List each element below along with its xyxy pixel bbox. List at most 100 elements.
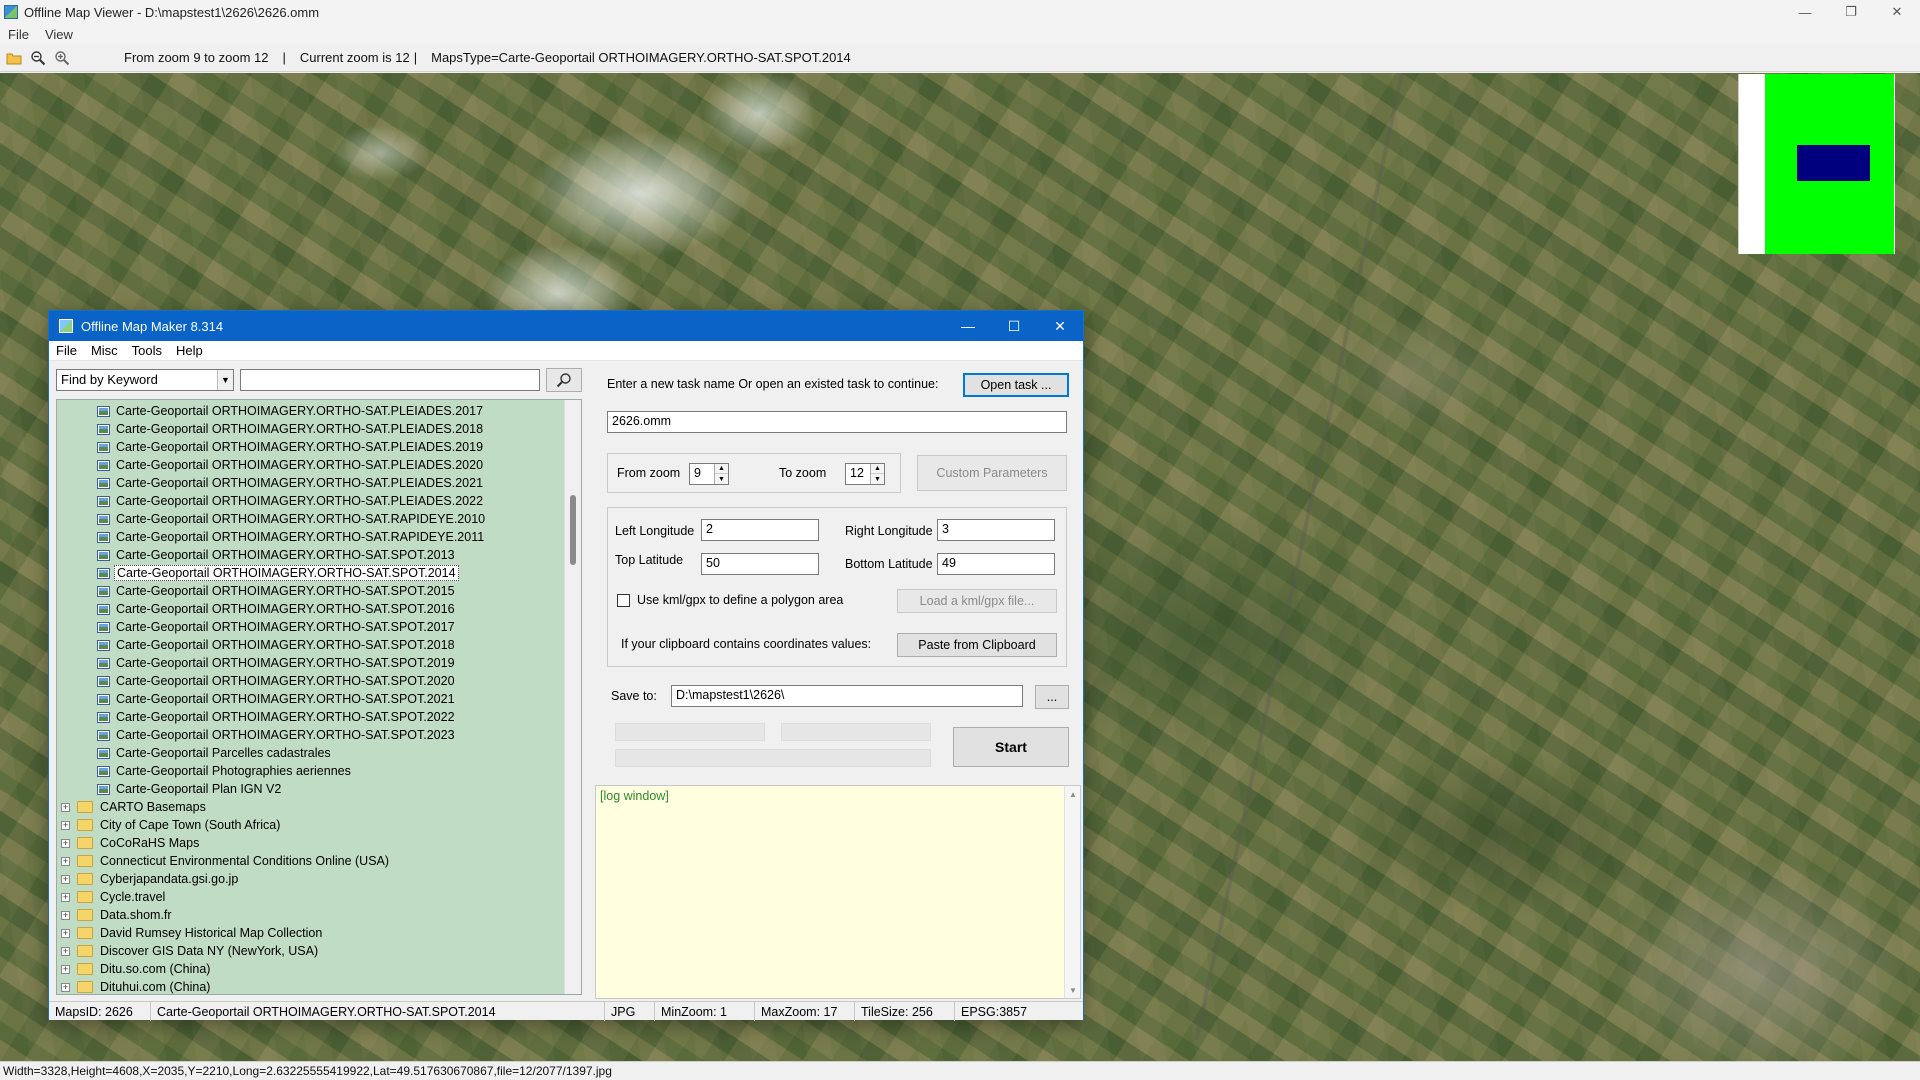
browse-button[interactable]: ... bbox=[1035, 685, 1069, 709]
search-button[interactable] bbox=[546, 368, 582, 392]
search-input[interactable] bbox=[240, 369, 540, 391]
tree-folder-item[interactable]: + CARTO Basemaps bbox=[57, 798, 208, 816]
dialog-close-icon[interactable]: ✕ bbox=[1037, 311, 1083, 341]
map-layer-icon bbox=[97, 477, 110, 489]
log-scrollbar[interactable]: ▲ ▼ bbox=[1064, 786, 1080, 998]
tree-leaf-item[interactable]: Carte-Geoportail ORTHOIMAGERY.ORTHO-SAT.… bbox=[97, 438, 485, 456]
minimize-icon[interactable]: — bbox=[1782, 0, 1828, 24]
zoom-out-icon[interactable] bbox=[28, 48, 48, 68]
tree-leaf-item[interactable]: Carte-Geoportail ORTHOIMAGERY.ORTHO-SAT.… bbox=[97, 708, 457, 726]
load-kml-button[interactable]: Load a kml/gpx file... bbox=[897, 589, 1057, 613]
to-zoom-stepper[interactable]: 12 ▲ ▼ bbox=[845, 463, 885, 485]
tree-folder-item[interactable]: + Ditu.so.com (China) bbox=[57, 960, 212, 978]
spin-down-icon[interactable]: ▼ bbox=[715, 474, 728, 484]
log-window[interactable]: [log window] ▲ ▼ bbox=[595, 785, 1081, 999]
tree-folder-item[interactable]: + Discover GIS Data NY (NewYork, USA) bbox=[57, 942, 320, 960]
overview-minimap[interactable] bbox=[1738, 74, 1895, 254]
spin-up-icon[interactable]: ▲ bbox=[715, 464, 728, 474]
expand-icon[interactable]: + bbox=[61, 910, 70, 920]
task-name-field[interactable]: 2626.omm bbox=[607, 411, 1067, 433]
menu-view[interactable]: View bbox=[37, 27, 81, 42]
custom-parameters-button[interactable]: Custom Parameters bbox=[917, 455, 1067, 491]
expand-icon[interactable]: + bbox=[61, 820, 70, 830]
tree-leaf-item[interactable]: Carte-Geoportail ORTHOIMAGERY.ORTHO-SAT.… bbox=[97, 492, 485, 510]
tree-leaf-item[interactable]: Carte-Geoportail ORTHOIMAGERY.ORTHO-SAT.… bbox=[97, 564, 459, 582]
tree-leaf-item[interactable]: Carte-Geoportail ORTHOIMAGERY.ORTHO-SAT.… bbox=[97, 474, 485, 492]
dialog-menu-misc[interactable]: Misc bbox=[84, 343, 125, 358]
expand-icon[interactable]: + bbox=[61, 964, 70, 974]
from-zoom-spin[interactable]: ▲ ▼ bbox=[714, 464, 728, 484]
tree-scrollbar[interactable] bbox=[564, 400, 581, 994]
menu-file[interactable]: File bbox=[0, 27, 37, 42]
expand-icon[interactable]: + bbox=[61, 982, 70, 992]
expand-icon[interactable]: + bbox=[61, 874, 70, 884]
tree-folder-item[interactable]: + City of Cape Town (South Africa) bbox=[57, 816, 282, 834]
dialog-title-bar[interactable]: Offline Map Maker 8.314 — ☐ ✕ bbox=[49, 311, 1083, 341]
paste-clipboard-button[interactable]: Paste from Clipboard bbox=[897, 633, 1057, 657]
open-task-button[interactable]: Open task ... bbox=[963, 373, 1069, 397]
tree-leaf-item[interactable]: Carte-Geoportail ORTHOIMAGERY.ORTHO-SAT.… bbox=[97, 672, 457, 690]
left-longitude-field[interactable]: 2 bbox=[701, 519, 819, 541]
tree-leaf-item[interactable]: Carte-Geoportail ORTHOIMAGERY.ORTHO-SAT.… bbox=[97, 456, 485, 474]
tree-folder-item[interactable]: + CoCoRaHS Maps bbox=[57, 834, 201, 852]
tree-leaf-item[interactable]: Carte-Geoportail Photographies aeriennes bbox=[97, 762, 353, 780]
expand-icon[interactable]: + bbox=[61, 856, 70, 866]
tree-item-label: Carte-Geoportail ORTHOIMAGERY.ORTHO-SAT.… bbox=[116, 584, 455, 598]
zoom-in-icon[interactable] bbox=[52, 48, 72, 68]
tree-leaf-item[interactable]: Carte-Geoportail ORTHOIMAGERY.ORTHO-SAT.… bbox=[97, 510, 487, 528]
tree-folder-item[interactable]: + Data.shom.fr bbox=[57, 906, 174, 924]
tree-folder-item[interactable]: + David Rumsey Historical Map Collection bbox=[57, 924, 324, 942]
tree-folder-item[interactable]: + Cycle.travel bbox=[57, 888, 167, 906]
expand-icon[interactable]: + bbox=[61, 892, 70, 902]
dialog-menu-tools[interactable]: Tools bbox=[125, 343, 169, 358]
tree-folder-item[interactable]: + Dituhui.com (China) bbox=[57, 978, 212, 994]
from-zoom-stepper[interactable]: 9 ▲ ▼ bbox=[689, 463, 729, 485]
tree-leaf-item[interactable]: Carte-Geoportail ORTHOIMAGERY.ORTHO-SAT.… bbox=[97, 546, 457, 564]
tree-leaf-item[interactable]: Carte-Geoportail ORTHOIMAGERY.ORTHO-SAT.… bbox=[97, 726, 457, 744]
overview-viewport-rect[interactable] bbox=[1797, 145, 1870, 181]
to-zoom-spin[interactable]: ▲ ▼ bbox=[870, 464, 884, 484]
tree-leaf-item[interactable]: Carte-Geoportail ORTHOIMAGERY.ORTHO-SAT.… bbox=[97, 618, 457, 636]
scroll-down-icon[interactable]: ▼ bbox=[1065, 982, 1081, 998]
maps-type-info: MapsType=Carte-Geoportail ORTHOIMAGERY.O… bbox=[431, 50, 851, 65]
tree-leaf-item[interactable]: Carte-Geoportail ORTHOIMAGERY.ORTHO-SAT.… bbox=[97, 420, 485, 438]
expand-icon[interactable]: + bbox=[61, 946, 70, 956]
expand-icon[interactable]: + bbox=[61, 928, 70, 938]
tree-leaf-item[interactable]: Carte-Geoportail ORTHOIMAGERY.ORTHO-SAT.… bbox=[97, 654, 457, 672]
expand-icon[interactable]: + bbox=[61, 838, 70, 848]
search-mode-select[interactable]: Find by Keyword ▼ bbox=[56, 369, 234, 391]
spin-down-icon[interactable]: ▼ bbox=[871, 474, 884, 484]
tree-leaf-item[interactable]: Carte-Geoportail ORTHOIMAGERY.ORTHO-SAT.… bbox=[97, 690, 457, 708]
bottom-latitude-field[interactable]: 49 bbox=[937, 553, 1055, 575]
tree-folder-item[interactable]: + Cyberjapandata.gsi.go.jp bbox=[57, 870, 240, 888]
folder-icon bbox=[77, 819, 93, 831]
dialog-menu-help[interactable]: Help bbox=[169, 343, 210, 358]
scroll-up-icon[interactable]: ▲ bbox=[1065, 786, 1081, 802]
chevron-down-icon[interactable]: ▼ bbox=[217, 370, 233, 390]
tree-leaf-item[interactable]: Carte-Geoportail ORTHOIMAGERY.ORTHO-SAT.… bbox=[97, 528, 486, 546]
expand-icon[interactable]: + bbox=[61, 802, 70, 812]
tree-folder-label: David Rumsey Historical Map Collection bbox=[100, 926, 323, 940]
tree-leaf-item[interactable]: Carte-Geoportail Parcelles cadastrales bbox=[97, 744, 333, 762]
start-button[interactable]: Start bbox=[953, 727, 1069, 767]
right-longitude-field[interactable]: 3 bbox=[937, 519, 1055, 541]
tree-leaf-item[interactable]: Carte-Geoportail ORTHOIMAGERY.ORTHO-SAT.… bbox=[97, 402, 485, 420]
tree-leaf-item[interactable]: Carte-Geoportail Plan IGN V2 bbox=[97, 780, 283, 798]
save-path-field[interactable]: D:\mapstest1\2626\ bbox=[671, 685, 1023, 707]
dialog-menu-file[interactable]: File bbox=[49, 343, 84, 358]
dialog-minimize-icon[interactable]: — bbox=[945, 311, 991, 341]
maps-tree[interactable]: Carte-Geoportail ORTHOIMAGERY.ORTHO-SAT.… bbox=[56, 399, 582, 995]
tree-item-label: Carte-Geoportail ORTHOIMAGERY.ORTHO-SAT.… bbox=[116, 728, 455, 742]
tree-scroll-thumb[interactable] bbox=[570, 495, 576, 565]
dialog-maximize-icon[interactable]: ☐ bbox=[991, 311, 1037, 341]
tree-leaf-item[interactable]: Carte-Geoportail ORTHOIMAGERY.ORTHO-SAT.… bbox=[97, 636, 457, 654]
open-folder-icon[interactable] bbox=[4, 48, 24, 68]
use-kml-checkbox[interactable] bbox=[617, 594, 630, 607]
tree-leaf-item[interactable]: Carte-Geoportail ORTHOIMAGERY.ORTHO-SAT.… bbox=[97, 600, 457, 618]
restore-icon[interactable]: ❐ bbox=[1828, 0, 1874, 24]
tree-folder-item[interactable]: + Connecticut Environmental Conditions On… bbox=[57, 852, 391, 870]
close-icon[interactable]: ✕ bbox=[1874, 0, 1920, 24]
top-latitude-field[interactable]: 50 bbox=[701, 553, 819, 575]
spin-up-icon[interactable]: ▲ bbox=[871, 464, 884, 474]
tree-leaf-item[interactable]: Carte-Geoportail ORTHOIMAGERY.ORTHO-SAT.… bbox=[97, 582, 457, 600]
